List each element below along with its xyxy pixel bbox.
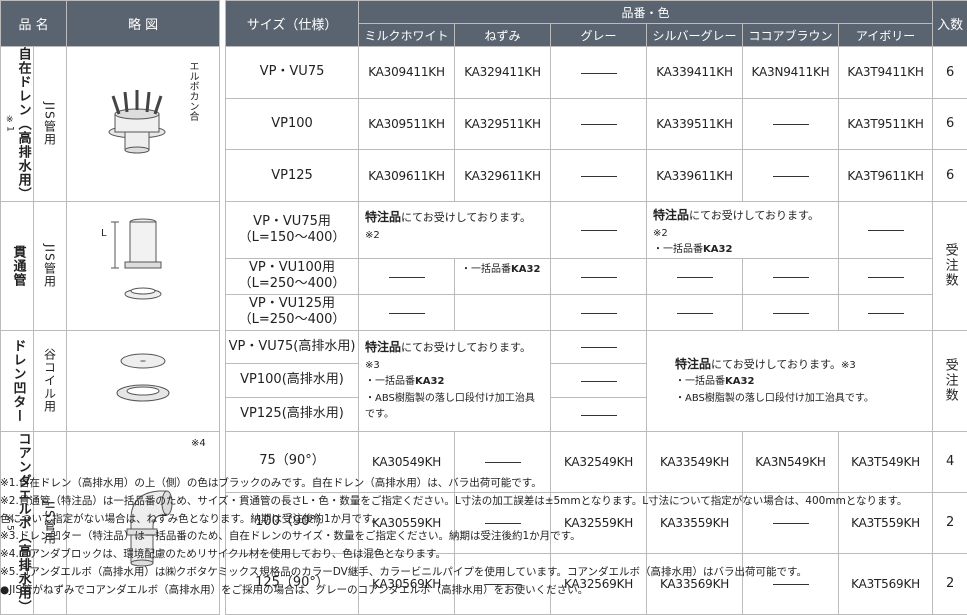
product-standard-jizai: JIS管用 xyxy=(42,102,59,146)
diagram-jizai: エルボカン合 xyxy=(67,47,220,202)
footnote-2-cont: 色について指定がない場合は、ねずみ色となります。納期は受注後約1か月です。 xyxy=(0,511,967,529)
table-row: 貫通管 JIS管用 L VP・VU75用（L=150～400） 特注品にてお受け… xyxy=(1,202,967,259)
qty-cell: 6 xyxy=(933,150,967,202)
dash-cell xyxy=(551,47,647,99)
footnote-5: ※5.コアンダエルボ（高排水用）は㈱クボタケミックス規格品のカラーDV継手、カラ… xyxy=(0,564,967,582)
code-cell: KA329611KH xyxy=(455,150,551,202)
dash-cell xyxy=(839,202,933,259)
special-order-kantsu: 特注品にてお受けしております。※2 xyxy=(359,202,551,259)
dash-cell xyxy=(743,258,839,294)
dash-cell xyxy=(647,294,743,330)
dash-cell xyxy=(359,258,455,294)
product-jizai-cell: 自在ドレン（高排水用）※1 xyxy=(1,47,34,202)
code-cell: KA329511KH xyxy=(455,98,551,150)
product-standard-drain: 谷コイル用 xyxy=(42,348,59,413)
header-color-nezumi: ねずみ xyxy=(455,24,551,47)
size-cell: VP100 xyxy=(226,98,359,150)
dash-cell xyxy=(743,150,839,202)
code-cell: KA339411KH xyxy=(647,47,743,99)
code-cell: KA339511KH xyxy=(647,98,743,150)
dash-cell xyxy=(647,258,743,294)
dash-cell xyxy=(743,98,839,150)
header-product-name: 品 名 xyxy=(1,1,67,47)
dash-cell xyxy=(551,150,647,202)
size-cell: VP・VU75 xyxy=(226,47,359,99)
dash-cell xyxy=(551,397,647,431)
diagram-mark-4: ※4 xyxy=(191,438,206,449)
size-cell: VP・VU100用（L=250～400） xyxy=(226,258,359,294)
special-order-drain: 特注品にてお受けしております。※3 ・一括品番KA32 ・ABS樹脂製の落し口段… xyxy=(359,330,551,431)
footnote-4: ※4.コアンダブロックは、環境配慮のためリサイクル材を使用しており、色は混色とな… xyxy=(0,546,967,564)
special-order-kantsu-b: 特注品にてお受けしております。※2 ・一括品番KA32 xyxy=(647,202,839,259)
code-cell: KA309411KH xyxy=(359,47,455,99)
dash-cell xyxy=(551,364,647,398)
header-part-color: 品番・色 xyxy=(359,1,933,24)
header-qty: 入数 xyxy=(933,1,967,47)
size-cell: VP・VU75(高排水用) xyxy=(226,330,359,364)
table-row: 自在ドレン（高排水用）※1 JIS管用 エルボカン合 VP・VU75 KA309… xyxy=(1,47,967,99)
diagram-drain xyxy=(67,330,220,431)
header-color-ivory: アイボリー xyxy=(839,24,933,47)
size-cell: VP・VU75用（L=150～400） xyxy=(226,202,359,259)
dash-cell xyxy=(359,294,455,330)
dash-cell xyxy=(551,202,647,259)
dash-cell xyxy=(551,258,647,294)
footnote-2: ※2.貫通管（特注品）は一括品番のため、サイズ・貫通管の長さL・色・数量をご指定… xyxy=(0,493,967,511)
size-cell: VP125 xyxy=(226,150,359,202)
dash-cell xyxy=(743,294,839,330)
order-qty-kantsu: 受注数 xyxy=(941,243,960,288)
code-cell: KA3N9411KH xyxy=(743,47,839,99)
footnotes: ※1.自在ドレン（高排水用）の上（側）の色はブラックのみです。自在ドレン（高排水… xyxy=(0,475,967,600)
qty-cell: 6 xyxy=(933,47,967,99)
dash-cell xyxy=(551,98,647,150)
dash-cell xyxy=(839,294,933,330)
dimension-label-l: L xyxy=(101,228,107,239)
drain-plate-illustration xyxy=(67,331,220,427)
product-standard-kantsu: JIS管用 xyxy=(42,244,59,288)
code-cell: KA339611KH xyxy=(647,150,743,202)
dash-cell xyxy=(551,294,647,330)
header-color-milkwhite: ミルクホワイト xyxy=(359,24,455,47)
diagram-kantsu: L xyxy=(67,202,220,331)
product-name-drain: ドレン凹ター xyxy=(10,339,25,423)
code-cell: KA3T9611KH xyxy=(839,150,933,202)
dash-cell xyxy=(551,330,647,364)
size-cell: VP125(高排水用) xyxy=(226,397,359,431)
product-spec-page: 品 名 略 図 サイズ（仕様） 品番・色 入数 ミルクホワイト ねずみ グレー … xyxy=(0,0,967,597)
code-cell: KA3T9411KH xyxy=(839,47,933,99)
code-cell: KA329411KH xyxy=(455,47,551,99)
dash-cell xyxy=(839,258,933,294)
footnote-1: ※1.自在ドレン（高排水用）の上（側）の色はブラックのみです。自在ドレン（高排水… xyxy=(0,475,967,493)
table-row: ドレン凹ター 谷コイル用 VP・VU75(高排水用) 特注品にてお受けしておりま… xyxy=(1,330,967,364)
code-cell: KA309611KH xyxy=(359,150,455,202)
product-name-kantsu: 貫通管 xyxy=(10,245,25,287)
header-diagram: 略 図 xyxy=(67,1,220,47)
header-color-silvergray: シルバーグレー xyxy=(647,24,743,47)
diagram-label-elbow: エルボカン合 xyxy=(185,61,200,121)
footnote-3: ※3.ドレン凹ター（特注品）は一括品番のため、自在ドレンのサイズ・数量をご指定く… xyxy=(0,528,967,546)
product-name-jizai: 自在ドレン（高排水用）※1 xyxy=(4,47,29,201)
order-qty-drain: 受注数 xyxy=(941,358,960,403)
header-color-cocoabrown: ココアブラウン xyxy=(743,24,839,47)
kantsu-pipe-illustration xyxy=(67,210,220,318)
header-size: サイズ（仕様） xyxy=(226,1,359,47)
qty-cell: 6 xyxy=(933,98,967,150)
header-color-gray: グレー xyxy=(551,24,647,47)
size-cell: VP100(高排水用) xyxy=(226,364,359,398)
code-cell: KA309511KH xyxy=(359,98,455,150)
special-order-drain-b: 特注品にてお受けしております。※3 ・一括品番KA32 ・ABS樹脂製の落し口段… xyxy=(647,330,933,431)
size-cell: VP・VU125用（L=250～400） xyxy=(226,294,359,330)
code-cell: KA3T9511KH xyxy=(839,98,933,150)
